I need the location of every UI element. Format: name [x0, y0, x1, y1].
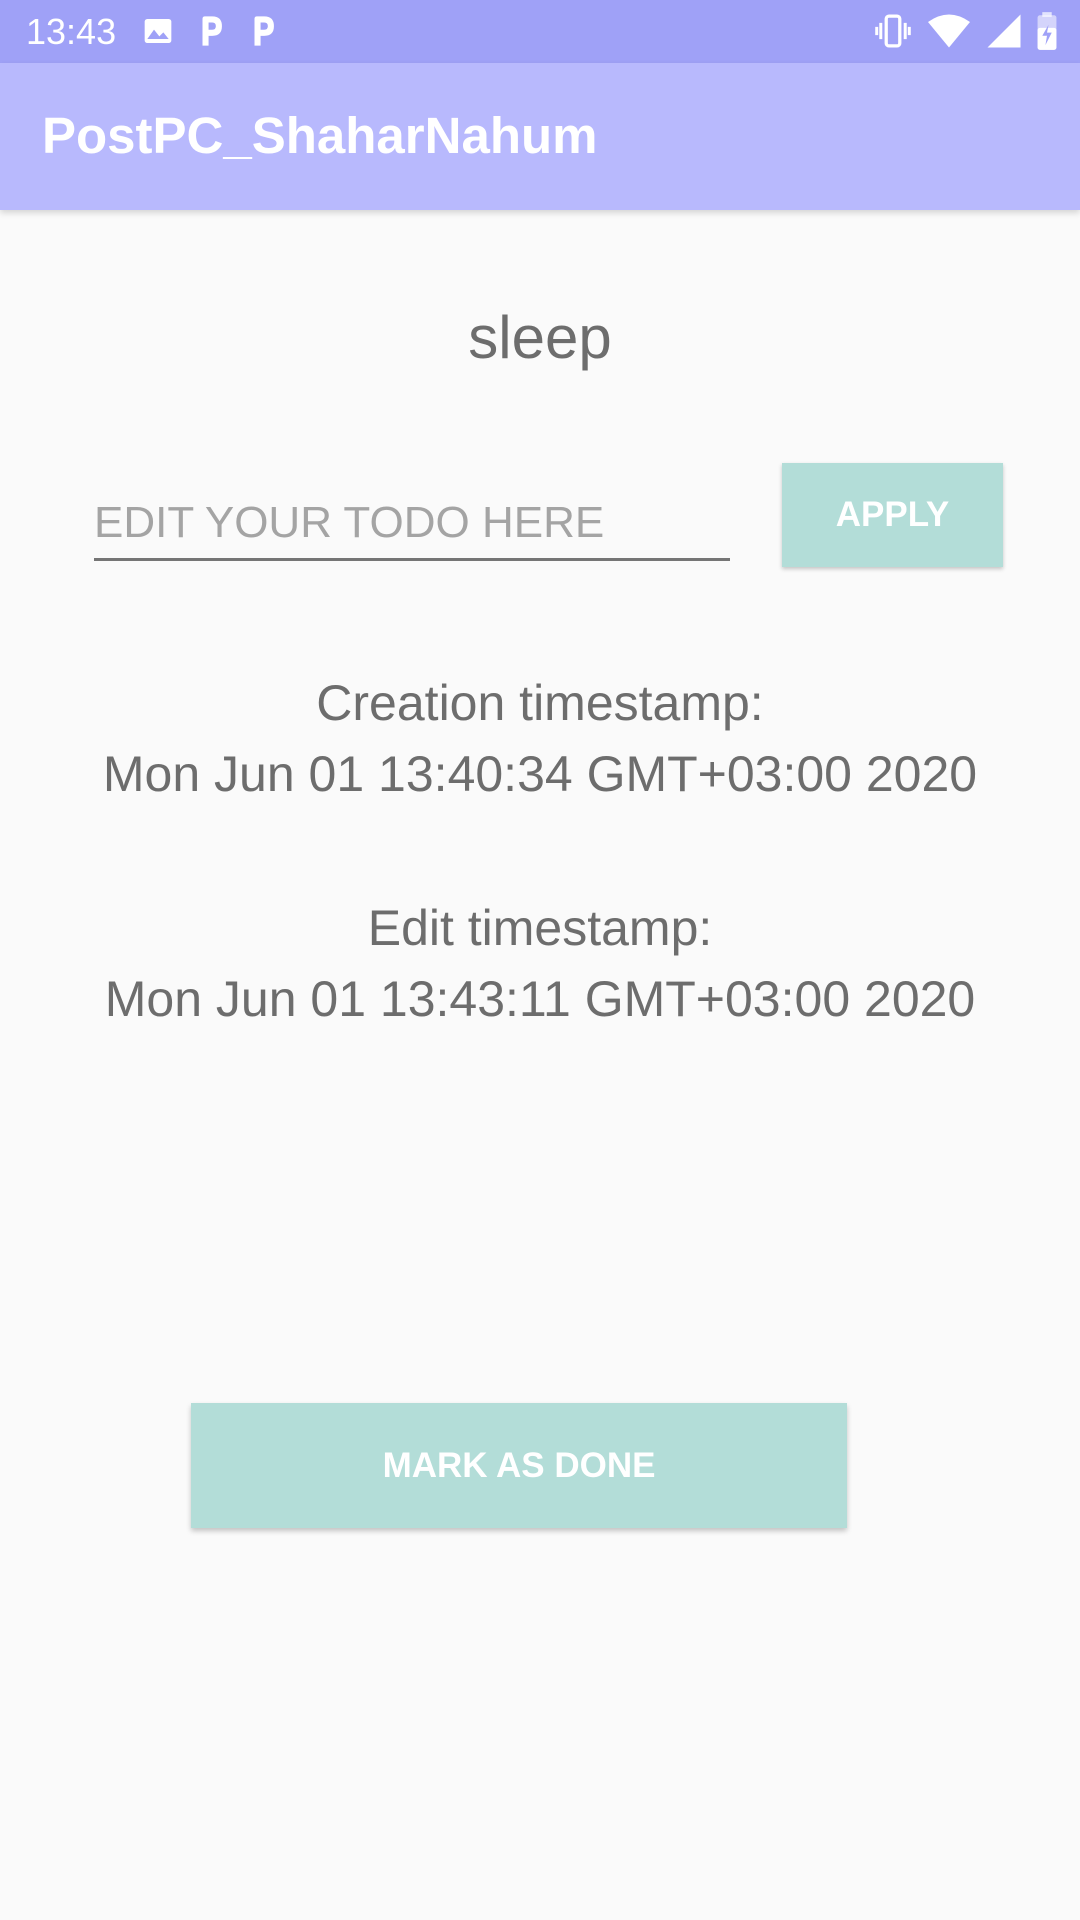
status-time: 13:43: [26, 11, 117, 52]
edit-timestamp-label: Edit timestamp:: [367, 900, 713, 956]
todo-title: sleep: [468, 304, 612, 371]
app-title: PostPC_ShaharNahum: [42, 107, 598, 164]
edit-timestamp: Edit timestamp: Mon Jun 01 13:43:11 GMT+…: [0, 893, 1080, 1035]
creation-timestamp: Creation timestamp: Mon Jun 01 13:40:34 …: [0, 668, 1080, 810]
wifi-icon: [928, 14, 970, 48]
edit-todo-input[interactable]: [94, 488, 730, 561]
signal-icon: [987, 14, 1021, 48]
creation-timestamp-value: Mon Jun 01 13:40:34 GMT+03:00 2020: [102, 746, 978, 802]
status-bar: 13:43: [0, 0, 1080, 63]
battery-charging-icon: [1037, 12, 1057, 50]
parking-p-icon: [254, 16, 274, 46]
mark-as-done-button[interactable]: MARK AS DONE: [191, 1403, 847, 1528]
notification-icons: [142, 13, 278, 49]
image-icon: [144, 19, 172, 43]
system-icons: [874, 12, 1058, 50]
app-bar: PostPC_ShaharNahum: [0, 63, 1080, 210]
creation-timestamp-label: Creation timestamp:: [316, 675, 764, 731]
apply-button[interactable]: APPLY: [782, 463, 1003, 567]
edit-timestamp-value: Mon Jun 01 13:43:11 GMT+03:00 2020: [104, 971, 976, 1027]
vibrate-icon: [875, 14, 911, 48]
parking-p-icon: [202, 16, 222, 46]
